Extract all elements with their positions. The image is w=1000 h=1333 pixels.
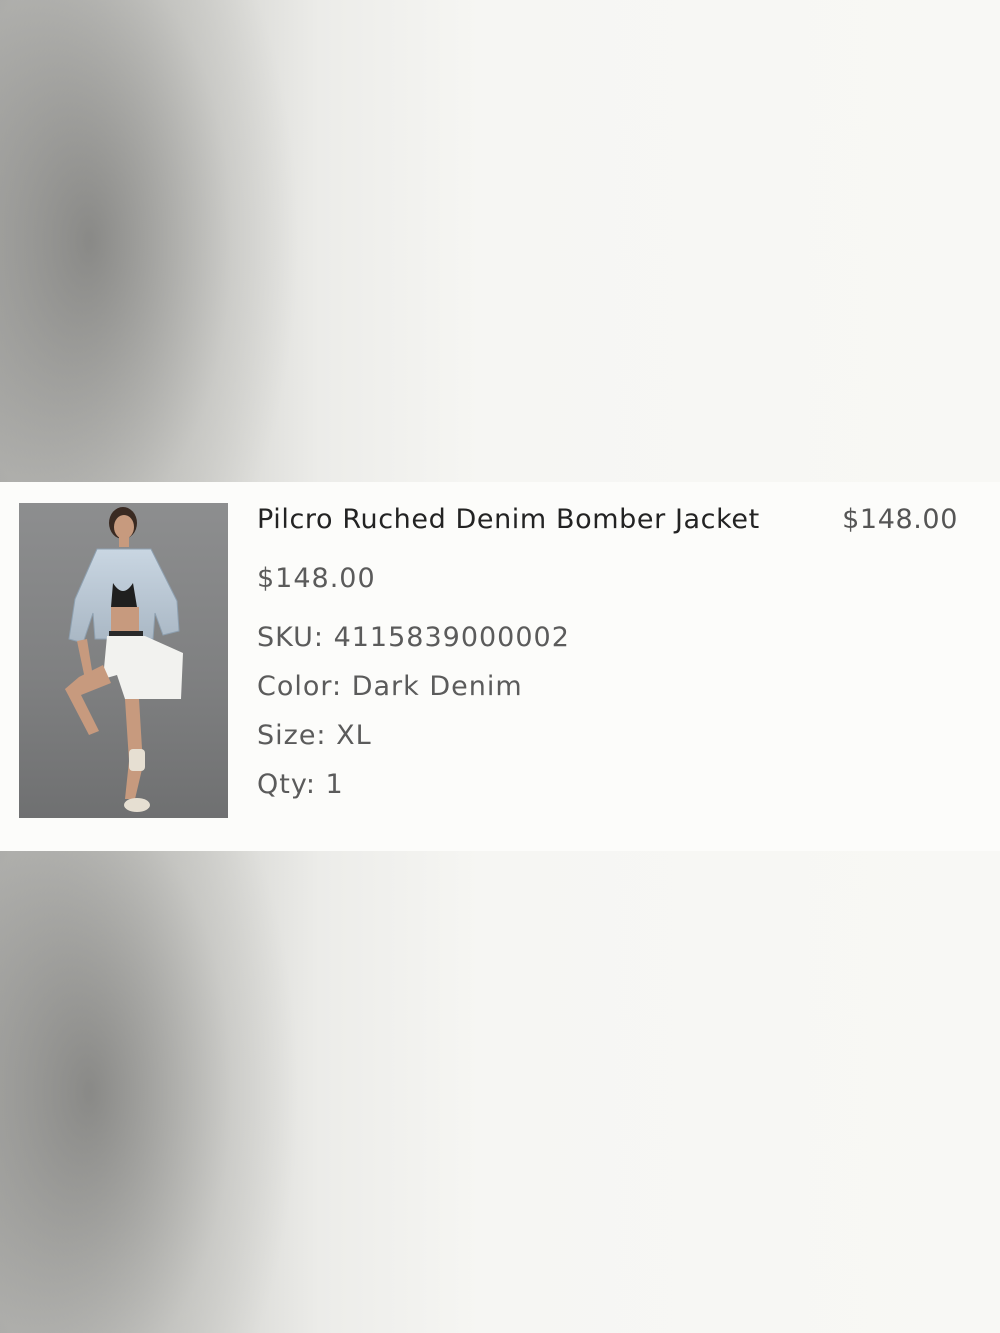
quantity-value: 1 [325,769,344,800]
product-thumbnail[interactable] [19,503,228,818]
unit-price: $148.00 [257,563,376,594]
sku-row: SKU: 4115839000002 [257,622,570,653]
size-label: Size: [257,720,327,751]
size-value: XL [336,720,372,751]
sku-value: 4115839000002 [333,622,570,653]
color-value: Dark Denim [351,671,523,702]
blurred-background-bottom [0,851,1000,1333]
product-name[interactable]: Pilcro Ruched Denim Bomber Jacket [257,504,760,535]
line-total-price: $148.00 [842,504,958,535]
size-row: Size: XL [257,720,372,751]
color-row: Color: Dark Denim [257,671,523,702]
quantity-row: Qty: 1 [257,769,344,800]
order-line-item: Pilcro Ruched Denim Bomber Jacket $148.0… [0,482,1000,851]
quantity-label: Qty: [257,769,316,800]
blurred-background-top [0,0,1000,482]
color-label: Color: [257,671,343,702]
sku-label: SKU: [257,622,324,653]
product-photo-icon [65,507,183,812]
